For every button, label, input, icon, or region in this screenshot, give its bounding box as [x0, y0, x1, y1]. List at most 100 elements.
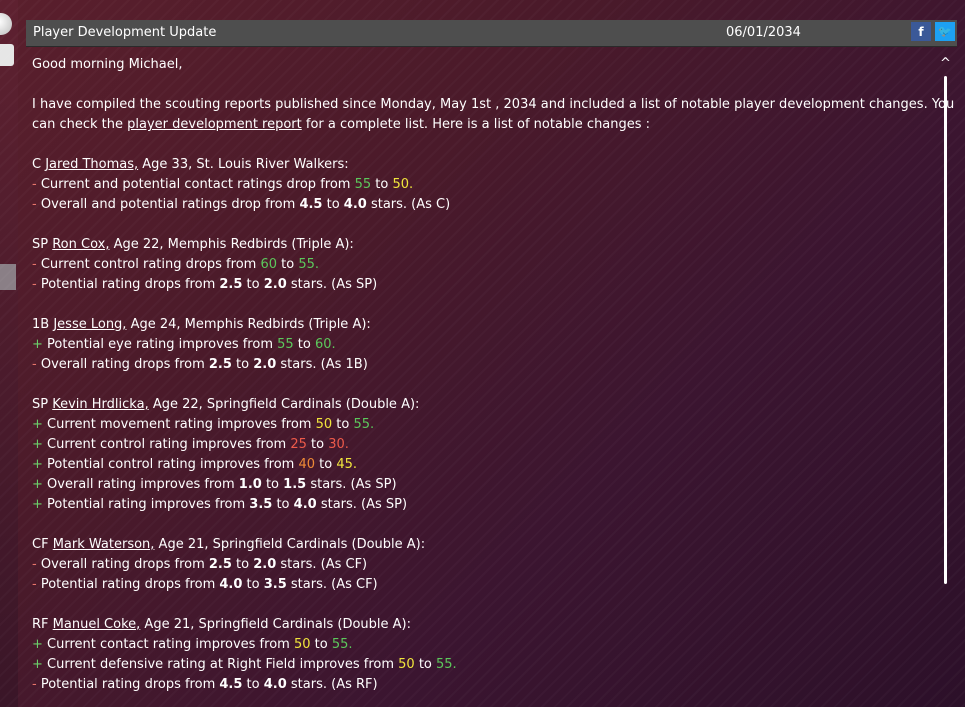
old-value: 4.5 [219, 677, 243, 692]
to-text: to [231, 557, 254, 572]
change-line: + Current defensive rating at Right Fiel… [32, 655, 927, 675]
new-value: 2.0 [253, 357, 277, 372]
improvement-marker: + [32, 657, 43, 672]
change-tail: stars. (As C) [366, 197, 451, 212]
new-value: 2.0 [263, 277, 287, 292]
old-value: 2.5 [208, 557, 232, 572]
change-tail: stars. (As CF) [276, 557, 368, 572]
change-line: - Current and potential contact ratings … [32, 175, 927, 195]
old-value: 2.5 [219, 277, 243, 292]
improvement-marker: + [32, 417, 43, 432]
to-text: to [315, 457, 337, 472]
sidebar-tab[interactable] [0, 44, 14, 66]
player-header: 1B Jesse Long, Age 24, Memphis Redbirds … [32, 315, 927, 335]
change-line: - Overall and potential ratings drop fro… [32, 195, 927, 215]
sidebar-marker[interactable] [0, 264, 16, 290]
old-value: 3.5 [249, 497, 273, 512]
change-line: + Current contact rating improves from 5… [32, 635, 927, 655]
old-value: 4.0 [219, 577, 243, 592]
change-text: Potential rating improves from [42, 497, 250, 512]
change-line: - Overall rating drops from 2.5 to 2.0 s… [32, 355, 927, 375]
new-value: 50. [392, 177, 414, 192]
player-position: C [32, 157, 42, 172]
improvement-marker: + [32, 477, 43, 492]
new-value: 55. [436, 657, 457, 672]
change-tail: stars. (As 1B) [276, 357, 368, 372]
player-name-link[interactable]: Jared Thomas, [45, 157, 138, 172]
old-value: 50 [398, 657, 415, 672]
player-name-link[interactable]: Ron Cox, [52, 237, 109, 252]
change-text: Current control rating improves from [42, 437, 291, 452]
greeting: Good morning Michael, [32, 57, 183, 72]
change-line: - Potential rating drops from 2.5 to 2.0… [32, 275, 927, 295]
player-name-link[interactable]: Manuel Coke, [53, 617, 141, 632]
change-line: - Current control rating drops from 60 t… [32, 255, 927, 275]
new-value: 4.0 [343, 197, 367, 212]
new-value: 45. [336, 457, 358, 472]
change-line: + Potential eye rating improves from 55 … [32, 335, 927, 355]
to-text: to [261, 477, 284, 492]
old-value: 50 [315, 417, 333, 432]
change-text: Potential eye rating improves from [42, 337, 278, 352]
improvement-marker: + [32, 457, 43, 472]
message-title-bar: Player Development Update 06/01/2034 f 🐦 [26, 20, 957, 47]
change-line: - Potential rating drops from 4.0 to 3.5… [32, 575, 927, 595]
player-development-report-link[interactable]: player development report [127, 117, 302, 132]
improvement-marker: + [32, 637, 43, 652]
player-position: SP [32, 397, 49, 412]
old-value: 50 [293, 637, 311, 652]
player-position: 1B [32, 317, 50, 332]
to-text: to [306, 437, 329, 452]
change-text: Potential control rating improves from [42, 457, 299, 472]
change-text: Overall rating drops from [36, 357, 209, 372]
new-value: 4.0 [263, 677, 287, 692]
to-text: to [242, 277, 264, 292]
new-value: 55. [353, 417, 375, 432]
change-line: + Potential rating improves from 3.5 to … [32, 495, 927, 515]
change-line: + Current movement rating improves from … [32, 415, 927, 435]
change-text: Overall rating drops from [36, 557, 209, 572]
new-value: 3.5 [263, 577, 287, 592]
new-value: 55. [331, 637, 353, 652]
to-text: to [231, 357, 254, 372]
scrollbar[interactable] [944, 76, 947, 584]
player-position: CF [32, 537, 49, 552]
to-text: to [272, 497, 294, 512]
change-text: Potential rating drops from [36, 577, 220, 592]
new-value: 2.0 [253, 557, 277, 572]
new-value: 1.5 [283, 477, 307, 492]
message-date: 06/01/2034 [726, 25, 801, 40]
scroll-up-arrow-icon[interactable]: ^ [940, 56, 951, 71]
facebook-share-icon[interactable]: f [911, 22, 931, 41]
player-name-link[interactable]: Jesse Long, [53, 317, 126, 332]
player-change-list: C Jared Thomas, Age 33, St. Louis River … [32, 135, 927, 695]
to-text: to [371, 177, 393, 192]
to-text: to [332, 417, 354, 432]
twitter-share-icon[interactable]: 🐦 [935, 22, 955, 41]
player-info: Age 33, St. Louis River Walkers: [138, 157, 349, 172]
player-header: SP Kevin Hrdlicka, Age 22, Springfield C… [32, 395, 927, 415]
change-text: Potential rating drops from [36, 677, 220, 692]
player-info: Age 24, Memphis Redbirds (Triple A): [126, 317, 371, 332]
change-line: - Potential rating drops from 4.5 to 4.0… [32, 675, 927, 695]
intro-line-2: can check the player development report … [32, 115, 927, 135]
change-line: + Potential control rating improves from… [32, 455, 927, 475]
old-value: 40 [298, 457, 316, 472]
player-name-link[interactable]: Mark Waterson, [53, 537, 155, 552]
change-tail: stars. (As RF) [286, 677, 378, 692]
old-value: 60 [260, 257, 277, 272]
new-value: 55. [298, 257, 320, 272]
improvement-marker: + [32, 337, 43, 352]
player-info: Age 21, Springfield Cardinals (Double A)… [154, 537, 426, 552]
message-title: Player Development Update [33, 25, 217, 40]
player-header: SP Ron Cox, Age 22, Memphis Redbirds (Tr… [32, 235, 927, 255]
change-text: Current movement rating improves from [42, 417, 316, 432]
to-text: to [242, 577, 264, 592]
to-text: to [310, 637, 332, 652]
intro-prefix: can check the [32, 117, 128, 132]
player-name-link[interactable]: Kevin Hrdlicka, [52, 397, 148, 412]
to-text: to [414, 657, 437, 672]
